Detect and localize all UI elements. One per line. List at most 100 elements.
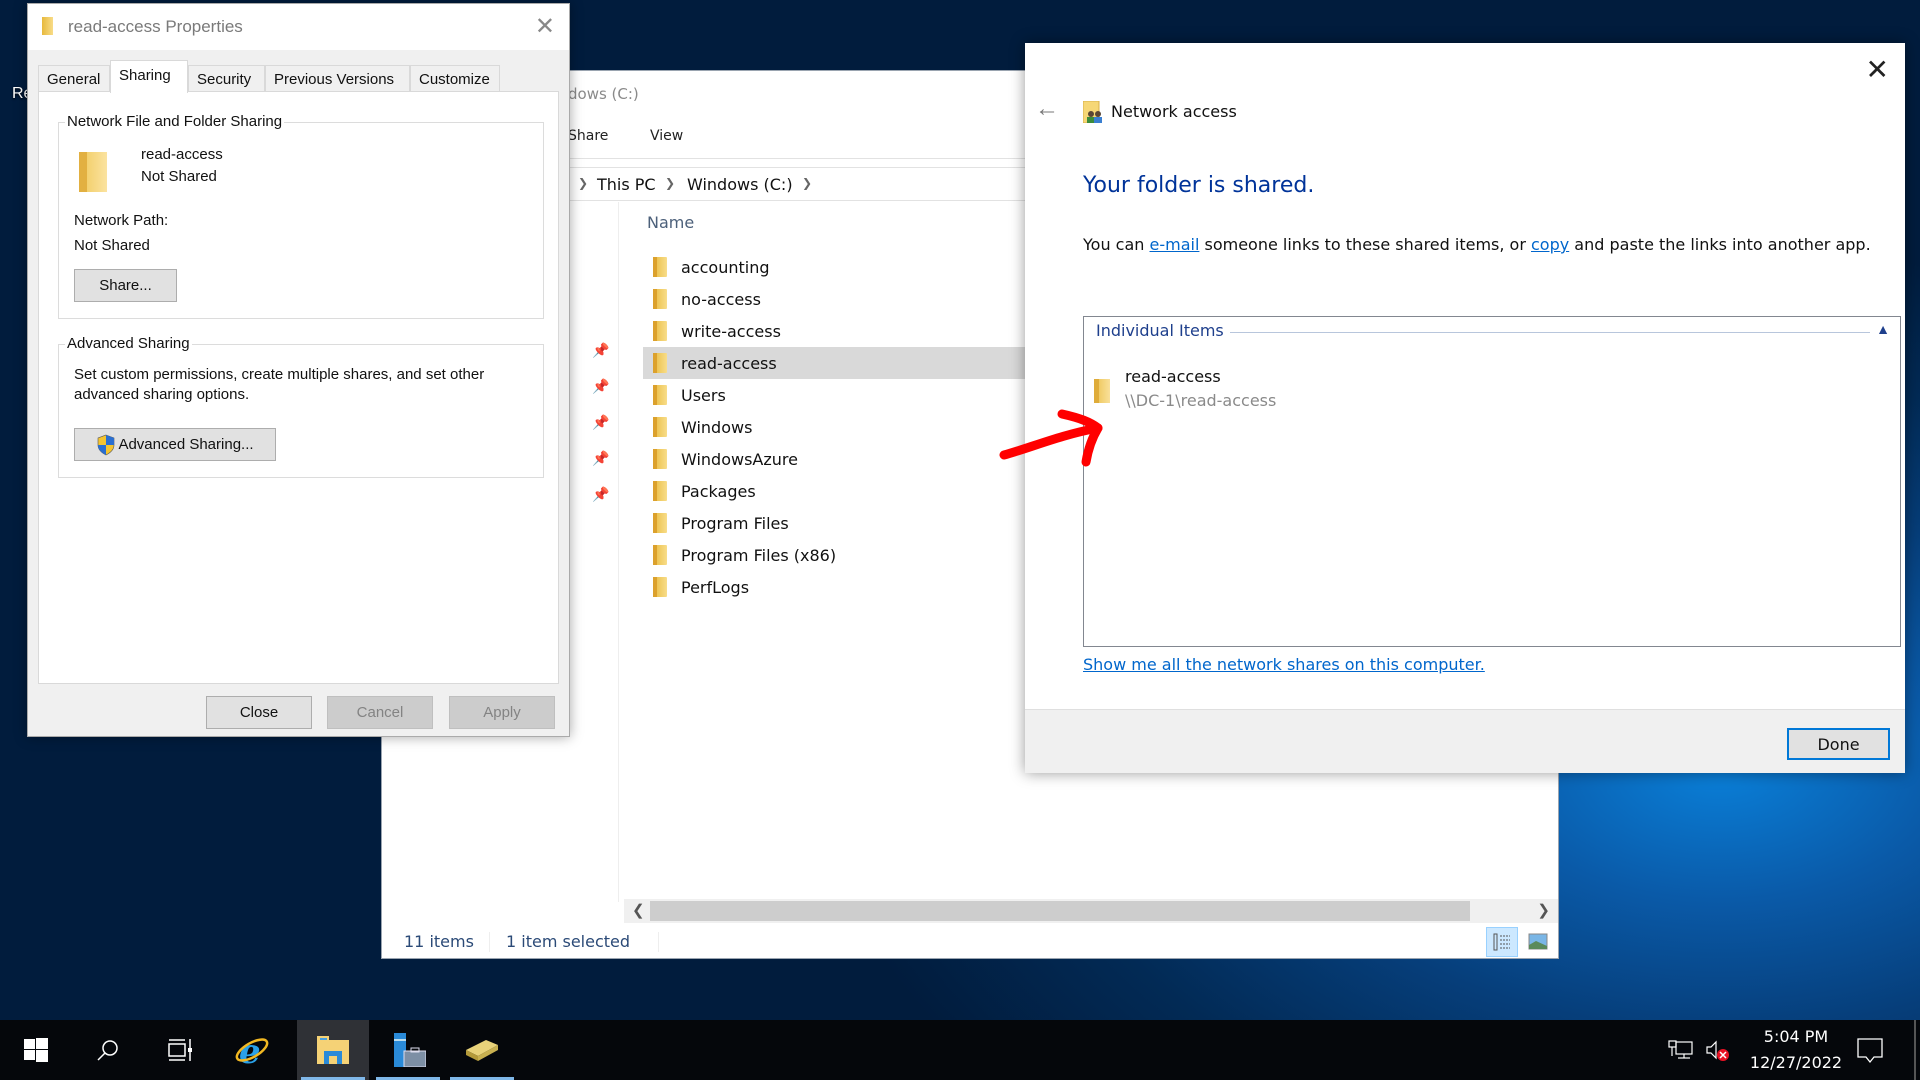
dialog-title-bar[interactable]: read-access Properties ✕ <box>28 4 569 50</box>
breadcrumb-windows-c[interactable]: Windows (C:) <box>687 175 793 194</box>
pin-icon[interactable]: 📌 <box>592 414 609 431</box>
dialog-title: read-access Properties <box>68 17 243 36</box>
show-desktop-button[interactable] <box>1914 1020 1916 1080</box>
search-button[interactable] <box>72 1020 144 1080</box>
folder-icon <box>653 545 667 565</box>
network-sharing-group: Network File and Folder Sharing read-acc… <box>58 113 544 319</box>
tab-sharing[interactable]: Sharing <box>110 60 188 93</box>
windows-admin-tools-button[interactable] <box>446 1020 518 1080</box>
action-center-icon[interactable] <box>1857 1038 1883 1064</box>
file-name: Program Files (x86) <box>681 545 837 565</box>
chevron-right-icon[interactable]: ❯ <box>802 176 812 190</box>
advanced-sharing-group: Advanced Sharing Set custom permissions,… <box>58 335 544 478</box>
individual-items-header: Individual Items <box>1096 321 1230 340</box>
details-view-icon <box>1493 933 1510 951</box>
file-row[interactable]: WindowsAzure <box>643 443 1025 475</box>
file-name: Windows <box>681 417 753 437</box>
folder-name: read-access <box>141 146 223 163</box>
tab-security[interactable]: Security <box>188 65 265 92</box>
pin-icon[interactable]: 📌 <box>592 342 609 359</box>
advanced-sharing-description: Set custom permissions, create multiple … <box>74 366 485 403</box>
file-explorer-icon <box>317 1036 349 1064</box>
scroll-left-icon[interactable]: ❮ <box>632 901 645 919</box>
large-icons-view-button[interactable] <box>1522 927 1554 957</box>
details-view-button[interactable] <box>1486 927 1518 957</box>
network-share-icon <box>1083 101 1102 123</box>
folder-icon <box>653 417 667 437</box>
task-view-icon <box>168 1039 192 1061</box>
tab-previous-versions[interactable]: Previous Versions <box>265 65 410 92</box>
success-heading: Your folder is shared. <box>1083 173 1315 198</box>
file-row[interactable]: write-access <box>643 315 1025 347</box>
column-header-name[interactable]: Name <box>647 213 694 232</box>
close-icon[interactable]: ✕ <box>1866 53 1889 86</box>
apply-button[interactable]: Apply <box>449 696 555 729</box>
chevron-right-icon[interactable]: ❯ <box>665 176 675 190</box>
clock-date[interactable]: 12/27/2022 <box>1740 1053 1852 1072</box>
file-row[interactable]: read-access <box>643 347 1025 379</box>
pin-icon[interactable]: 📌 <box>592 378 609 395</box>
folder-icon <box>653 449 667 469</box>
task-view-button[interactable] <box>144 1020 216 1080</box>
back-arrow-icon[interactable]: ← <box>1035 95 1059 123</box>
server-manager-icon <box>394 1033 426 1067</box>
shared-items-list: Individual Items ▲ read-access \\DC-1\re… <box>1083 316 1901 647</box>
volume-muted-icon[interactable] <box>1705 1040 1731 1062</box>
clock-time[interactable]: 5:04 PM <box>1748 1027 1844 1046</box>
file-name: no-access <box>681 289 761 309</box>
advanced-sharing-button[interactable]: Advanced Sharing... <box>74 428 276 461</box>
large-icons-view-icon <box>1528 933 1548 950</box>
email-link[interactable]: e-mail <box>1150 235 1200 254</box>
desc-text: someone links to these shared items, or <box>1199 235 1531 254</box>
dialog-title: Network access <box>1111 102 1237 121</box>
pin-icon[interactable]: 📌 <box>592 486 609 503</box>
breadcrumb-this-pc[interactable]: This PC <box>597 175 656 194</box>
file-name: Program Files <box>681 513 789 533</box>
folder-icon <box>653 257 667 277</box>
done-button[interactable]: Done <box>1787 728 1890 760</box>
file-row[interactable]: accounting <box>643 251 1025 283</box>
red-annotation-arrow <box>999 409 1103 467</box>
ribbon-tab-view[interactable]: View <box>650 128 683 144</box>
close-button[interactable]: Close <box>206 696 312 729</box>
group-legend: Network File and Folder Sharing <box>65 113 285 130</box>
folder-icon <box>42 17 53 35</box>
folder-icon <box>79 152 107 192</box>
selection-count: 1 item selected <box>506 932 631 951</box>
start-button[interactable] <box>0 1020 72 1080</box>
file-row[interactable]: PerfLogs <box>643 571 1025 603</box>
collapse-chevron-icon[interactable]: ▲ <box>1876 321 1890 337</box>
file-row[interactable]: no-access <box>643 283 1025 315</box>
scroll-right-icon[interactable]: ❯ <box>1537 901 1550 919</box>
file-name: accounting <box>681 257 770 277</box>
copy-link[interactable]: copy <box>1531 235 1569 254</box>
ribbon-tab-share[interactable]: Share <box>568 128 608 144</box>
scrollbar-thumb[interactable] <box>650 901 1470 921</box>
cancel-button[interactable]: Cancel <box>327 696 433 729</box>
file-name: PerfLogs <box>681 577 750 597</box>
tab-general[interactable]: General <box>38 65 110 92</box>
item-count: 11 items <box>404 932 474 951</box>
file-explorer-taskbar-button[interactable] <box>297 1020 369 1080</box>
file-row[interactable]: Program Files <box>643 507 1025 539</box>
server-manager-button[interactable] <box>372 1020 444 1080</box>
file-row[interactable]: Users <box>643 379 1025 411</box>
pin-icon[interactable]: 📌 <box>592 450 609 467</box>
network-icon[interactable] <box>1668 1040 1694 1060</box>
shared-item-path[interactable]: \\DC-1\read-access <box>1125 391 1276 410</box>
horizontal-scrollbar[interactable]: ❮ ❯ <box>624 899 1558 923</box>
shared-item-name[interactable]: read-access <box>1125 367 1221 386</box>
show-all-shares-link[interactable]: Show me all the network shares on this c… <box>1083 655 1485 674</box>
tab-customize[interactable]: Customize <box>410 65 500 92</box>
share-button[interactable]: Share... <box>74 269 177 302</box>
file-row[interactable]: Packages <box>643 475 1025 507</box>
file-row[interactable]: Program Files (x86) <box>643 539 1025 571</box>
dialog-footer: Done <box>1025 709 1905 773</box>
taskbar: e 5:04 PM 12/27/2022 <box>0 1020 1920 1080</box>
network-path-value: Not Shared <box>74 237 150 254</box>
internet-explorer-button[interactable]: e <box>216 1020 288 1080</box>
file-row[interactable]: Windows <box>643 411 1025 443</box>
close-icon[interactable]: ✕ <box>535 12 555 41</box>
file-name: Users <box>681 385 726 405</box>
admin-tools-icon <box>466 1040 498 1061</box>
